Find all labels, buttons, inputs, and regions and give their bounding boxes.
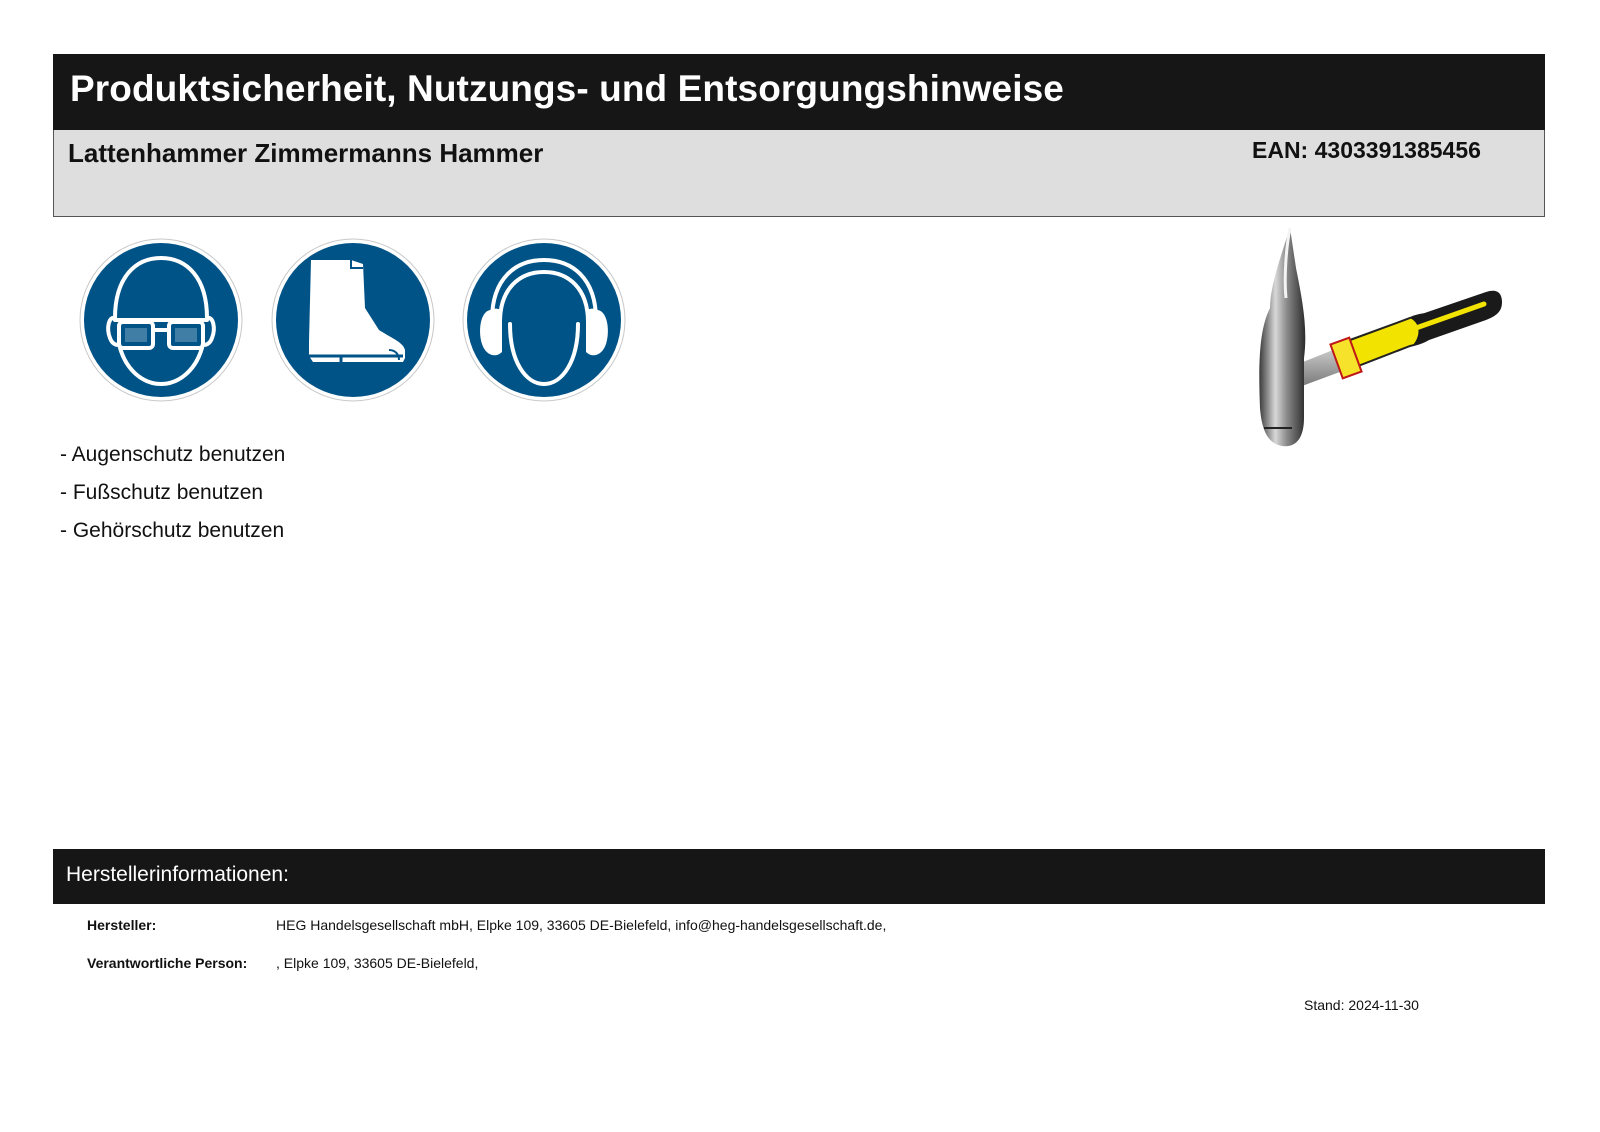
page-title: Produktsicherheit, Nutzungs- und Entsorg…	[70, 68, 1064, 109]
stand-date: Stand: 2024-11-30	[1304, 997, 1419, 1013]
manufacturer-label: Hersteller:	[87, 917, 157, 933]
manufacturer-value: HEG Handelsgesellschaft mbH, Elpke 109, …	[276, 917, 887, 933]
manufacturer-heading: Herstellerinformationen:	[66, 863, 289, 886]
ean-code: EAN: 4303391385456	[1252, 137, 1481, 163]
title-bar: Produktsicherheit, Nutzungs- und Entsorg…	[53, 54, 1545, 130]
product-bar: Lattenhammer Zimmermanns Hammer EAN: 430…	[53, 130, 1545, 217]
responsible-person-value: , Elpke 109, 33605 DE-Bielefeld,	[276, 955, 479, 971]
eye-protection-icon	[79, 238, 243, 402]
instruction-foot-protection: - Fußschutz benutzen	[60, 481, 264, 504]
instruction-hearing-protection: - Gehörschutz benutzen	[60, 519, 285, 542]
hammer-image	[1240, 227, 1540, 460]
foot-protection-icon	[271, 238, 435, 402]
responsible-person-label: Verantwortliche Person:	[87, 955, 248, 971]
product-name: Lattenhammer Zimmermanns Hammer	[68, 138, 544, 168]
manufacturer-header: Herstellerinformationen:	[53, 849, 1545, 904]
instruction-list: - Augenschutz benutzen - Fußschutz benut…	[60, 436, 285, 550]
hearing-protection-icon	[462, 238, 626, 402]
instruction-eye-protection: - Augenschutz benutzen	[60, 443, 286, 466]
